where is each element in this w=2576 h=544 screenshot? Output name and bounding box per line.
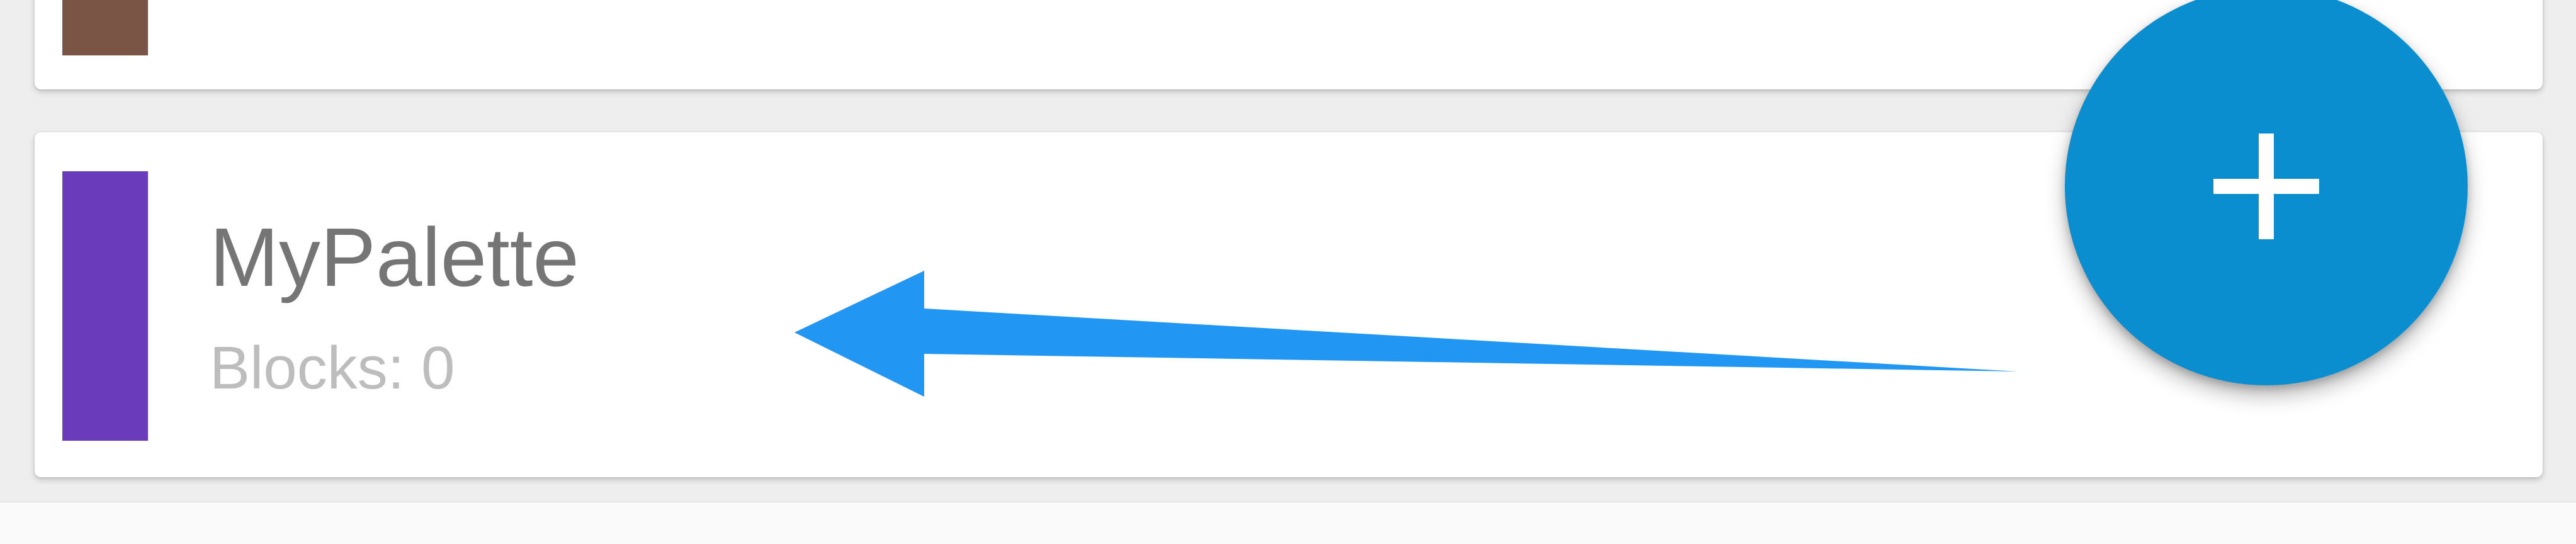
list-bottom-edge bbox=[0, 501, 2576, 544]
palette-list-screen: Blocks: 14 MyPalette Blocks: 0 bbox=[0, 0, 2576, 544]
add-palette-button[interactable] bbox=[2065, 0, 2468, 385]
palette-block-count: Blocks: 0 bbox=[210, 334, 455, 402]
palette-name: MyPalette bbox=[210, 211, 579, 303]
palette-block-count: Blocks: 14 bbox=[210, 0, 489, 11]
palette-color-swatch bbox=[62, 171, 148, 441]
palette-color-swatch bbox=[62, 0, 148, 55]
plus-icon bbox=[2213, 133, 2319, 239]
